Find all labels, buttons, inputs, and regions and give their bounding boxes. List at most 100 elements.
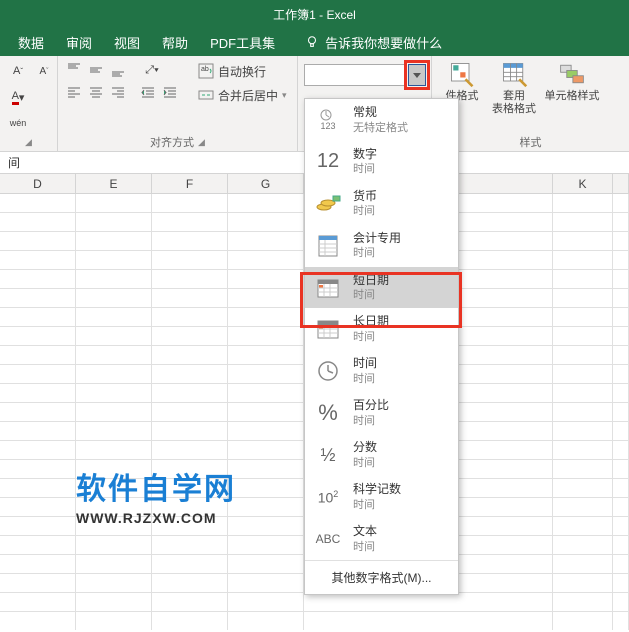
- format-item-percent[interactable]: %百分比时间: [305, 392, 458, 434]
- decrease-indent-button[interactable]: [138, 82, 158, 102]
- cell[interactable]: [553, 460, 613, 479]
- cell[interactable]: [0, 555, 76, 574]
- cell[interactable]: [613, 327, 629, 346]
- cell[interactable]: [613, 384, 629, 403]
- tell-me[interactable]: 告诉我你想要做什么: [305, 33, 442, 52]
- cell[interactable]: [76, 479, 152, 498]
- cell[interactable]: [152, 403, 228, 422]
- align-top-button[interactable]: [64, 60, 84, 80]
- cell[interactable]: [553, 289, 613, 308]
- tab-help[interactable]: 帮助: [162, 33, 188, 52]
- cell[interactable]: [0, 251, 76, 270]
- column-header-E[interactable]: E: [76, 174, 152, 193]
- cell[interactable]: [152, 327, 228, 346]
- cell[interactable]: [613, 517, 629, 536]
- cell-styles-button[interactable]: 单元格样式: [542, 60, 602, 116]
- column-header-K[interactable]: K: [553, 174, 613, 193]
- cell[interactable]: [152, 251, 228, 270]
- cell[interactable]: [0, 479, 76, 498]
- format-item-long-date[interactable]: 长日期时间: [305, 308, 458, 350]
- cell[interactable]: [228, 460, 304, 479]
- cell[interactable]: [0, 403, 76, 422]
- cell[interactable]: [76, 555, 152, 574]
- cell[interactable]: [304, 612, 553, 630]
- cell[interactable]: [0, 536, 76, 555]
- font-color-button[interactable]: A ▾: [6, 86, 30, 108]
- cell[interactable]: [228, 555, 304, 574]
- cell[interactable]: [152, 270, 228, 289]
- format-item-number[interactable]: 12数字时间: [305, 141, 458, 183]
- cell[interactable]: [0, 232, 76, 251]
- cell[interactable]: [152, 289, 228, 308]
- align-center-button[interactable]: [86, 82, 106, 102]
- cell[interactable]: [76, 517, 152, 536]
- cell[interactable]: [152, 517, 228, 536]
- align-right-button[interactable]: [108, 82, 128, 102]
- cell[interactable]: [228, 574, 304, 593]
- format-item-general[interactable]: 123常规无特定格式: [305, 99, 458, 141]
- cell[interactable]: [228, 365, 304, 384]
- column-header-F[interactable]: F: [152, 174, 228, 193]
- cell[interactable]: [76, 194, 152, 213]
- cell[interactable]: [228, 422, 304, 441]
- cell[interactable]: [228, 213, 304, 232]
- cell[interactable]: [228, 498, 304, 517]
- cell[interactable]: [152, 612, 228, 630]
- cell[interactable]: [613, 479, 629, 498]
- cell[interactable]: [0, 612, 76, 630]
- cell[interactable]: [553, 593, 613, 612]
- cell[interactable]: [0, 574, 76, 593]
- cell[interactable]: [613, 441, 629, 460]
- cell[interactable]: [152, 460, 228, 479]
- orientation-button[interactable]: ⤢▾: [138, 60, 166, 80]
- cell[interactable]: [152, 194, 228, 213]
- cell[interactable]: [76, 232, 152, 251]
- alignment-dialog-launcher[interactable]: ◢: [198, 137, 205, 148]
- format-item-time[interactable]: 时间时间: [305, 350, 458, 392]
- cell[interactable]: [228, 194, 304, 213]
- cell[interactable]: [0, 365, 76, 384]
- cell[interactable]: [0, 213, 76, 232]
- increase-indent-button[interactable]: [160, 82, 180, 102]
- cell[interactable]: [0, 346, 76, 365]
- cell[interactable]: [553, 422, 613, 441]
- cell[interactable]: [228, 517, 304, 536]
- format-item-accounting[interactable]: 会计专用时间: [305, 225, 458, 267]
- align-middle-button[interactable]: [86, 60, 106, 80]
- cell[interactable]: [152, 232, 228, 251]
- cell[interactable]: [553, 479, 613, 498]
- cell[interactable]: [613, 289, 629, 308]
- cell[interactable]: [553, 555, 613, 574]
- cell[interactable]: [0, 308, 76, 327]
- cell[interactable]: [228, 536, 304, 555]
- align-bottom-button[interactable]: [108, 60, 128, 80]
- cell[interactable]: [553, 194, 613, 213]
- cell[interactable]: [613, 555, 629, 574]
- cell[interactable]: [553, 384, 613, 403]
- cell[interactable]: [613, 422, 629, 441]
- cell[interactable]: [553, 270, 613, 289]
- cell[interactable]: [76, 308, 152, 327]
- cell[interactable]: [553, 213, 613, 232]
- cell[interactable]: [613, 308, 629, 327]
- cell[interactable]: [152, 422, 228, 441]
- format-item-currency[interactable]: 货币时间: [305, 183, 458, 225]
- cell[interactable]: [0, 289, 76, 308]
- column-header-G[interactable]: G: [228, 174, 304, 193]
- cell[interactable]: [76, 460, 152, 479]
- merge-center-button[interactable]: 合并后居中 ▾: [198, 84, 287, 106]
- cell[interactable]: [76, 213, 152, 232]
- cell[interactable]: [152, 498, 228, 517]
- format-item-text[interactable]: ABC文本时间: [305, 518, 458, 560]
- cell[interactable]: [0, 270, 76, 289]
- cell[interactable]: [228, 479, 304, 498]
- tab-data[interactable]: 数据: [18, 33, 44, 52]
- cell[interactable]: [76, 612, 152, 630]
- cell[interactable]: [613, 612, 629, 630]
- cell[interactable]: [228, 593, 304, 612]
- cell[interactable]: [76, 327, 152, 346]
- cell[interactable]: [228, 308, 304, 327]
- cell[interactable]: [76, 251, 152, 270]
- font-dialog-launcher[interactable]: ◢: [25, 137, 32, 148]
- cell[interactable]: [553, 251, 613, 270]
